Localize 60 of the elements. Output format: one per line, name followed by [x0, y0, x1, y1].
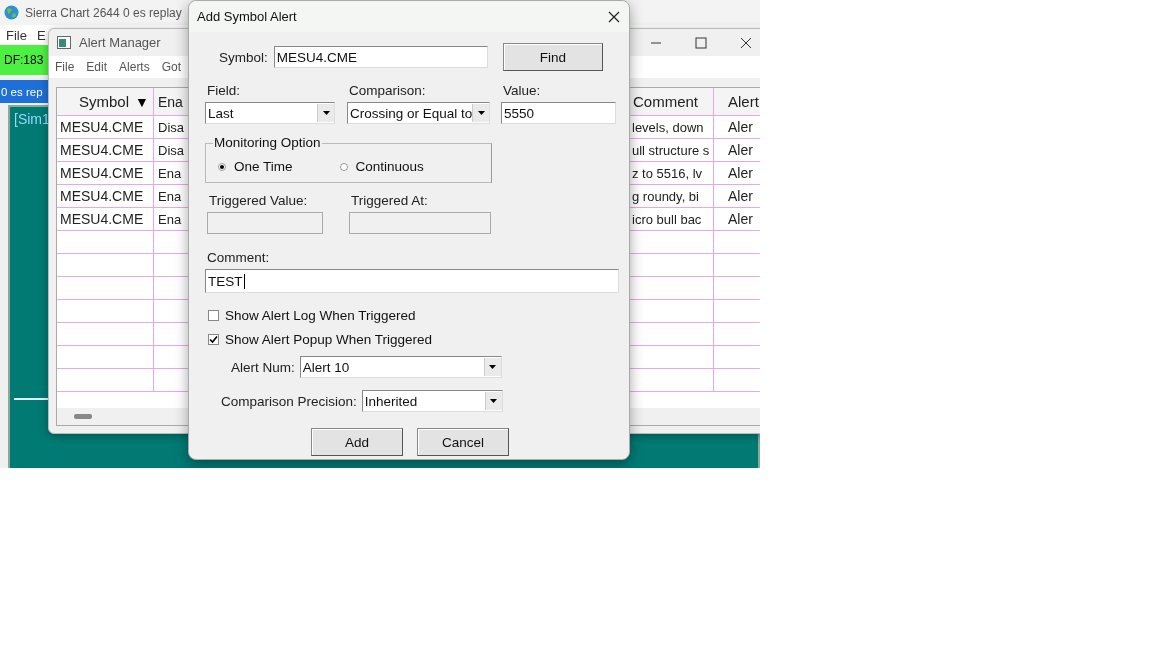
alert-number-dropdown[interactable]: Alert 10 — [299, 356, 502, 378]
checkbox-label: Show Alert Log When Triggered — [225, 307, 416, 323]
table-cell-text: Ena — [157, 164, 183, 183]
radio-label: Continuous — [355, 159, 424, 174]
find-button[interactable]: Find — [502, 43, 603, 71]
table-cell: MESU4.CME — [57, 139, 154, 161]
menu-item[interactable]: Got — [161, 60, 182, 74]
field-label: Value: — [502, 83, 542, 98]
table-cell: ull structure s — [631, 139, 714, 161]
field-label: Comparison Precision: — [221, 393, 357, 409]
column-header[interactable]: Alert — [714, 88, 760, 115]
column-header[interactable]: Symbol ▼ — [57, 88, 154, 115]
chart-tab[interactable]: 0 es rep — [0, 80, 48, 103]
menu-item[interactable]: Edit — [86, 60, 108, 74]
column-header[interactable]: Ena — [154, 88, 189, 115]
add-button[interactable]: Add — [311, 428, 403, 456]
table-cell: z to 5516, lv — [631, 162, 714, 184]
table-cell-text: Aler — [727, 141, 754, 160]
table-cell-text: Aler — [727, 210, 754, 229]
table-cell-text: Disa — [157, 118, 185, 137]
field-label: Field: — [206, 83, 241, 98]
table-cell-text: Disa — [157, 141, 185, 160]
table-cell-text: Aler — [727, 118, 754, 137]
column-header[interactable]: Comment — [631, 88, 714, 115]
table-cell-text: Ena — [157, 187, 183, 206]
checkbox-label: Show Alert Popup When Triggered — [225, 331, 433, 347]
field-label: Comment: — [206, 250, 271, 265]
window-title: Alert Manager — [79, 35, 161, 50]
comparison-dropdown[interactable]: Crossing or Equal to — [347, 102, 490, 124]
group-label: Monitoring Option — [213, 135, 322, 150]
table-cell: MESU4.CME — [57, 185, 154, 207]
table-cell: MESU4.CME — [57, 116, 154, 138]
table-cell-text: Aler — [727, 187, 754, 206]
field-label: Triggered Value: — [208, 193, 309, 208]
value-field[interactable]: 5550 — [501, 102, 616, 124]
field-dropdown[interactable]: Last — [205, 102, 335, 124]
menu-item[interactable]: File — [55, 60, 75, 74]
table-cell: MESU4.CME — [57, 208, 154, 230]
dialog-title: Add Symbol Alert — [197, 9, 297, 24]
table-cell-text: Ena — [157, 210, 183, 229]
status-label: DF:183 — [0, 45, 48, 75]
field-label: Symbol: — [219, 49, 268, 65]
table-cell: MESU4.CME — [57, 162, 154, 184]
symbol-field[interactable]: MESU4.CME — [273, 46, 488, 68]
field-label: Alert Num: — [231, 359, 295, 375]
field-label: Triggered At: — [350, 193, 429, 208]
window-title: Sierra Chart 2644 0 es replay — [25, 5, 182, 20]
precision-dropdown[interactable]: Inherited — [361, 390, 503, 412]
menu-item[interactable]: E — [36, 27, 46, 43]
menu-item[interactable]: File — [6, 27, 27, 43]
radio-label: One Time — [234, 159, 293, 174]
chart-label: [Sim1 — [14, 111, 50, 127]
table-cell: levels, down — [631, 116, 714, 138]
menu-item[interactable]: Alerts — [119, 60, 150, 74]
table-cell: icro bull bac — [631, 208, 714, 230]
cancel-button[interactable]: Cancel — [417, 428, 509, 456]
comment-field[interactable]: TEST — [205, 269, 619, 293]
field-label: Comparison: — [348, 83, 427, 98]
table-cell: g roundy, bi — [631, 185, 714, 207]
table-cell-text: Aler — [727, 164, 754, 183]
